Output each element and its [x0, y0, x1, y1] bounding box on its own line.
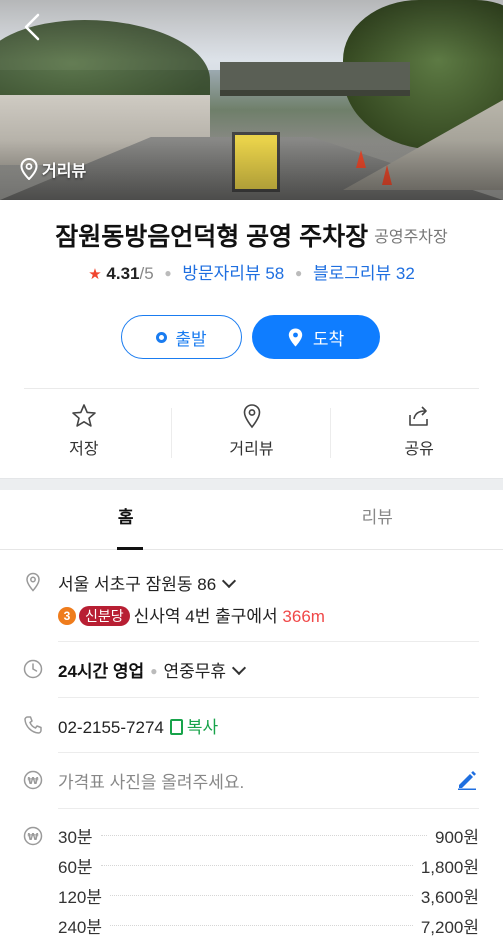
streetview-button[interactable]: 거리뷰	[168, 398, 336, 468]
price-photo-placeholder[interactable]: 가격표 사진을 올려주세요.	[58, 768, 244, 793]
subway-directions-text: 신사역 4번 출구에서	[133, 607, 278, 626]
tab-bar: 홈 리뷰	[0, 490, 503, 550]
phone-number[interactable]: 02-2155-7274	[58, 718, 164, 737]
price-leader	[110, 924, 413, 926]
share-label: 공유	[404, 441, 434, 458]
back-button[interactable]	[18, 12, 48, 42]
star-outline-icon	[72, 404, 96, 427]
arrive-label: 도착	[312, 329, 345, 349]
copy-label: 복사	[186, 718, 219, 737]
phone-icon	[24, 716, 42, 734]
place-category: 공영주차장	[374, 229, 448, 246]
price-row: 60분 1,800원	[58, 853, 479, 877]
divider	[171, 408, 172, 458]
origin-dot-icon	[156, 331, 168, 343]
subway-line-name: 신분당	[79, 606, 130, 626]
price-amount: 1,800원	[420, 857, 479, 877]
won-icon: ₩	[23, 826, 43, 846]
chevron-down-icon	[222, 573, 237, 589]
map-pin-icon	[20, 158, 38, 180]
location-pin-icon	[26, 572, 40, 592]
price-amount: 3,600원	[420, 887, 479, 907]
location-pin-icon	[243, 404, 260, 429]
svg-text:₩: ₩	[27, 832, 38, 843]
price-row: 30분 900원	[58, 823, 479, 847]
won-icon: ₩	[23, 770, 43, 790]
separator-dot: ●	[150, 664, 158, 678]
subway-distance: 366m	[282, 607, 325, 626]
divider	[58, 641, 479, 642]
save-label: 저장	[69, 441, 99, 458]
subway-directions: 3 신분당 신사역 4번 출구에서 366m	[58, 602, 325, 627]
visitor-reviews-link[interactable]: 방문자리뷰 58	[182, 264, 284, 283]
place-title-row: 잠원동방음언덕형 공영 주차장 공영주차장	[0, 217, 503, 253]
streetview-label: 거리뷰	[229, 441, 274, 458]
streetview-badge[interactable]: 거리뷰	[20, 157, 86, 181]
tab-reviews[interactable]: 리뷰	[252, 490, 503, 549]
separator-dot: ●	[294, 266, 303, 280]
rating-row: ★ 4.31/5 ● 방문자리뷰 58 ● 블로그리뷰 32	[0, 259, 503, 284]
price-leader	[100, 834, 427, 836]
separator-dot: ●	[164, 266, 172, 280]
share-button[interactable]: 공유	[335, 398, 503, 468]
rating-score: 4.31	[106, 264, 140, 283]
divider	[330, 408, 331, 458]
price-row: 240분 7,200원	[58, 913, 479, 937]
address-text: 서울 서초구 잠원동 86	[58, 575, 217, 594]
price-amount: 900원	[434, 827, 479, 847]
divider	[58, 808, 479, 809]
divider	[58, 697, 479, 698]
quick-actions: 저장 거리뷰 공유	[0, 398, 503, 468]
copy-button[interactable]: 복사	[169, 718, 219, 737]
price-duration: 240분	[58, 917, 103, 937]
clock-icon	[23, 659, 43, 679]
chevron-left-icon	[24, 13, 40, 41]
price-duration: 60분	[58, 857, 93, 877]
price-leader	[110, 894, 413, 896]
price-row: 120분 3,600원	[58, 883, 479, 907]
price-leader	[100, 864, 413, 866]
price-duration: 120분	[58, 887, 103, 907]
hours-text-wrap[interactable]: 24시간 영업 ● 연중무휴	[58, 657, 247, 682]
save-button[interactable]: 저장	[0, 398, 168, 468]
section-gap	[0, 478, 503, 490]
svg-text:₩: ₩	[27, 776, 38, 787]
depart-label: 출발	[175, 329, 207, 349]
arrive-button[interactable]: 도착	[252, 315, 380, 359]
hours-note: 연중무휴	[163, 662, 227, 681]
tab-home[interactable]: 홈	[0, 490, 252, 550]
rating-max: /5	[139, 264, 154, 283]
price-amount: 7,200원	[420, 917, 479, 937]
chevron-down-icon	[231, 660, 247, 676]
pencil-icon[interactable]	[456, 768, 478, 790]
depart-button[interactable]: 출발	[121, 315, 242, 359]
hours-status: 24시간 영업	[58, 662, 145, 681]
share-icon	[409, 406, 428, 426]
streetview-badge-label: 거리뷰	[42, 163, 87, 180]
price-duration: 30분	[58, 827, 93, 847]
copy-icon	[169, 719, 183, 735]
divider	[24, 388, 479, 389]
address-text-wrap[interactable]: 서울 서초구 잠원동 86	[58, 570, 237, 595]
subway-line-badge: 3	[58, 607, 76, 625]
star-icon: ★	[88, 266, 102, 283]
divider	[58, 752, 479, 753]
phone-text-wrap: 02-2155-7274 복사	[58, 713, 218, 738]
place-name: 잠원동방음언덕형 공영 주차장	[55, 223, 369, 251]
map-pin-icon	[288, 328, 303, 346]
blog-reviews-link[interactable]: 블로그리뷰 32	[313, 264, 415, 283]
